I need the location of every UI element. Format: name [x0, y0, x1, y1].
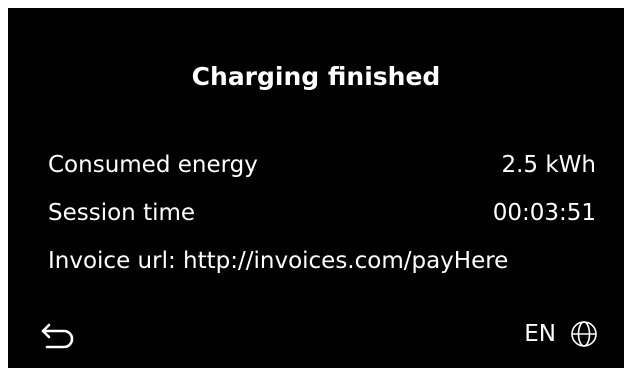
info-row-consumed-energy: Consumed energy 2.5 kWh	[48, 149, 596, 181]
session-time-value: 00:03:51	[492, 200, 596, 226]
back-arrow-icon	[40, 319, 76, 349]
session-time-label: Session time	[48, 200, 196, 226]
globe-icon	[570, 320, 598, 348]
info-row-session-time: Session time 00:03:51	[48, 197, 596, 229]
back-button[interactable]	[36, 314, 80, 354]
invoice-url-text: Invoice url: http://invoices.com/payHere	[48, 248, 509, 274]
page-title: Charging finished	[191, 62, 441, 91]
language-selector[interactable]: EN	[524, 314, 598, 354]
consumed-energy-value: 2.5 kWh	[501, 152, 596, 178]
info-row-invoice-url: Invoice url: http://invoices.com/payHere	[48, 245, 596, 277]
consumed-energy-label: Consumed energy	[48, 152, 258, 178]
language-code: EN	[524, 321, 556, 347]
charging-screen: Charging finished Consumed energy 2.5 kW…	[8, 8, 624, 368]
